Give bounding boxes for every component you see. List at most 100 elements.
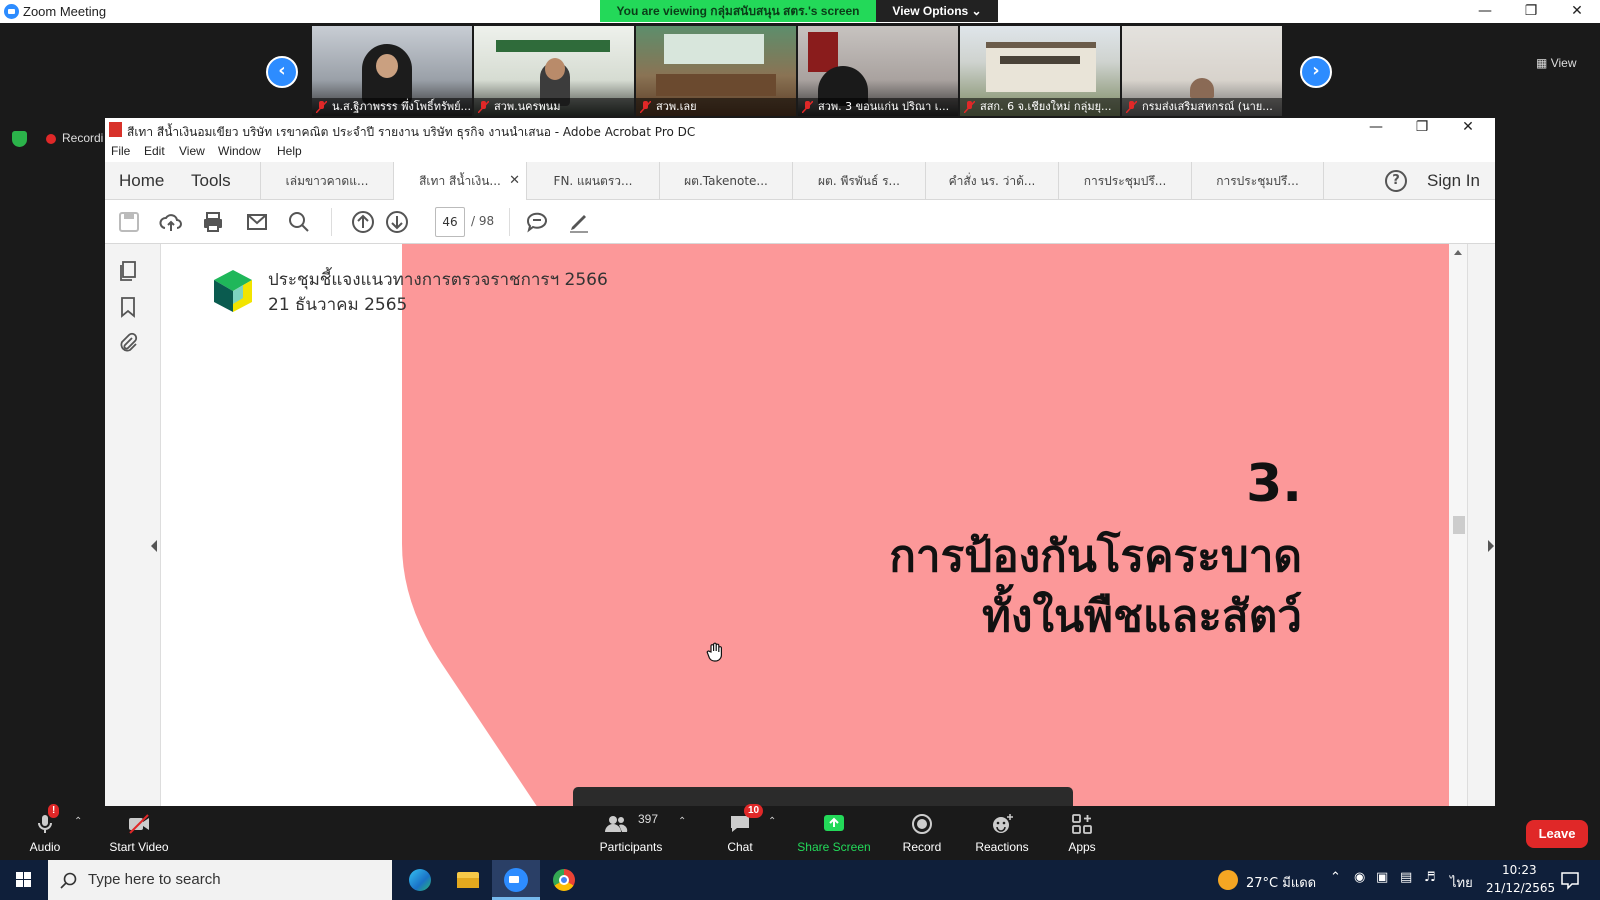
- minimize-icon[interactable]: —: [1462, 0, 1508, 23]
- windows-taskbar: Type here to search 27°C มีแดด ⌃ ◉ ▣ ▤ ♬…: [0, 860, 1600, 900]
- clock-time[interactable]: 10:23: [1502, 863, 1537, 877]
- gallery-next-icon[interactable]: ›: [1300, 56, 1332, 88]
- scrollbar-thumb[interactable]: [1453, 516, 1465, 534]
- view-options-button[interactable]: View Options ⌄: [876, 0, 998, 22]
- audio-button[interactable]: ! Audio: [20, 804, 70, 860]
- page-number-input[interactable]: 46: [435, 207, 465, 237]
- chat-chevron-icon[interactable]: ⌃: [768, 816, 776, 827]
- menu-view[interactable]: View: [179, 144, 205, 158]
- scroll-up-icon[interactable]: [1454, 250, 1462, 255]
- weather-text[interactable]: 27°C มีแดด: [1246, 872, 1316, 893]
- acrobat-window-title: สีเทา สีน้ำเงินอมเขียว บริษัท เรขาคณิต ป…: [127, 125, 696, 139]
- participant-video-tile[interactable]: กรมส่งเสริมสหกรณ์ (นาย...: [1122, 26, 1282, 116]
- participant-video-tile[interactable]: สวพ.เลย: [636, 26, 796, 116]
- gallery-prev-icon[interactable]: ‹: [266, 56, 298, 88]
- menu-help[interactable]: Help: [277, 144, 302, 158]
- email-icon[interactable]: [245, 210, 269, 234]
- search-icon[interactable]: [287, 210, 311, 234]
- acrobat-window: สีเทา สีน้ำเงินอมเขียว บริษัท เรขาคณิต ป…: [105, 118, 1495, 806]
- bookmark-icon[interactable]: [117, 296, 139, 318]
- recording-label[interactable]: Recordi: [62, 131, 103, 145]
- notifications-icon[interactable]: [1560, 870, 1580, 890]
- encryption-shield-icon[interactable]: [12, 131, 27, 147]
- view-layout-button[interactable]: ▦ View: [1536, 56, 1576, 70]
- participant-video-tile[interactable]: สวพ. 3 ขอนแก่น ปริณา เ...: [798, 26, 958, 116]
- print-icon[interactable]: [201, 210, 225, 234]
- document-tab[interactable]: ผต. พีรพันธ์ ร...: [792, 162, 925, 200]
- chat-button[interactable]: 10 Chat: [716, 804, 764, 860]
- leave-meeting-button[interactable]: Leave: [1526, 820, 1588, 848]
- menu-edit[interactable]: Edit: [144, 144, 165, 158]
- document-tab-label: FN. แผนตรว...: [553, 174, 633, 188]
- participant-name: สวพ. 3 ขอนแก่น ปริณา เ...: [798, 98, 958, 116]
- next-page-icon[interactable]: [385, 210, 409, 234]
- start-video-label: Start Video: [109, 840, 169, 854]
- participants-icon: [605, 816, 628, 832]
- acrobat-restore-icon[interactable]: ❐: [1399, 118, 1445, 139]
- chat-label: Chat: [727, 840, 753, 854]
- expand-right-pane-icon[interactable]: [1488, 540, 1494, 552]
- participant-video-tile[interactable]: สสก. 6 จ.เชียงใหม่ กลุ่มยุ...: [960, 26, 1120, 116]
- record-button[interactable]: Record: [896, 806, 948, 860]
- restore-icon[interactable]: ❐: [1508, 0, 1554, 23]
- start-video-button[interactable]: Start Video: [104, 806, 174, 860]
- home-tab[interactable]: Home: [119, 171, 164, 191]
- document-tab-active[interactable]: สีเทา สีน้ำเงิน... ✕: [393, 162, 526, 201]
- document-tab-label: การประชุมปรึ...: [1083, 174, 1167, 188]
- document-tab[interactable]: ผต.Takenote...: [659, 162, 792, 200]
- edge-browser-icon[interactable]: [396, 860, 444, 900]
- reactions-button[interactable]: Reactions: [970, 806, 1034, 860]
- menu-file[interactable]: File: [111, 144, 130, 158]
- chrome-browser-icon[interactable]: [540, 860, 588, 900]
- document-tab-label: คำสั่ง นร. ว่าด้...: [948, 174, 1036, 188]
- windows-start-icon[interactable]: [0, 860, 48, 900]
- sign-in-button[interactable]: Sign In: [1427, 171, 1480, 191]
- search-icon: [60, 872, 77, 889]
- save-icon[interactable]: [117, 210, 141, 234]
- mic-muted-icon: [1126, 101, 1137, 113]
- attachment-icon[interactable]: [117, 332, 139, 354]
- wifi-icon[interactable]: ▤: [1400, 870, 1412, 885]
- acrobat-minimize-icon[interactable]: —: [1353, 118, 1399, 139]
- participant-name: สวพ.เลย: [636, 98, 796, 116]
- page-thumbnails-icon[interactable]: [117, 260, 139, 282]
- participant-video-tile[interactable]: สวพ.นครพนม: [474, 26, 634, 116]
- file-explorer-icon[interactable]: [444, 860, 492, 900]
- help-icon[interactable]: ?: [1385, 170, 1407, 192]
- collapse-left-pane-icon[interactable]: [151, 540, 157, 552]
- apps-button[interactable]: Apps: [1058, 806, 1106, 860]
- vertical-scrollbar[interactable]: [1449, 244, 1467, 806]
- slide-section-number: 3.: [1246, 454, 1302, 514]
- taskbar-search-input[interactable]: Type here to search: [48, 860, 392, 900]
- tray-chevron-icon[interactable]: ⌃: [1330, 870, 1341, 885]
- pdf-page-view[interactable]: ประชุมชี้แจงแนวทางการตรวจราชการฯ 2566 21…: [162, 244, 1450, 806]
- acrobat-close-icon[interactable]: ✕: [1445, 118, 1491, 139]
- comment-icon[interactable]: [525, 210, 549, 234]
- document-header-date: 21 ธันวาคม 2565: [268, 295, 408, 315]
- meet-now-icon[interactable]: ◉: [1354, 870, 1365, 885]
- share-screen-button[interactable]: Share Screen: [794, 806, 874, 860]
- document-tab[interactable]: เล่มขาวคาดแ...: [260, 162, 393, 200]
- participant-video-tile[interactable]: น.ส.ฐิภาพรรร พึ่งโพธิ์ทรัพย์...: [312, 26, 472, 116]
- reactions-smiley-icon: [993, 814, 1013, 833]
- volume-icon[interactable]: ♬: [1424, 870, 1436, 885]
- menu-window[interactable]: Window: [218, 144, 261, 158]
- close-icon[interactable]: ✕: [1554, 0, 1600, 23]
- tab-close-icon[interactable]: ✕: [509, 162, 520, 200]
- previous-page-icon[interactable]: [351, 210, 375, 234]
- zoom-app-icon[interactable]: [492, 860, 540, 900]
- audio-options-chevron-icon[interactable]: ⌃: [74, 816, 82, 827]
- document-tab[interactable]: การประชุมปรึ...: [1058, 162, 1191, 200]
- tools-tab[interactable]: Tools: [191, 171, 231, 191]
- document-tab[interactable]: FN. แผนตรว...: [526, 162, 659, 200]
- document-tab[interactable]: การประชุมปรึ...: [1191, 162, 1324, 200]
- participants-chevron-icon[interactable]: ⌃: [678, 816, 686, 827]
- input-language[interactable]: ไทย: [1450, 872, 1473, 893]
- document-tab[interactable]: คำสั่ง นร. ว่าด้...: [925, 162, 1058, 200]
- highlight-pen-icon[interactable]: [567, 210, 591, 234]
- weather-sun-icon[interactable]: [1218, 870, 1238, 890]
- cloud-upload-icon[interactable]: [159, 210, 183, 234]
- network-icon[interactable]: ▣: [1376, 870, 1388, 885]
- participants-button[interactable]: 397 Participants: [594, 806, 668, 860]
- clock-date[interactable]: 21/12/2565: [1486, 881, 1555, 895]
